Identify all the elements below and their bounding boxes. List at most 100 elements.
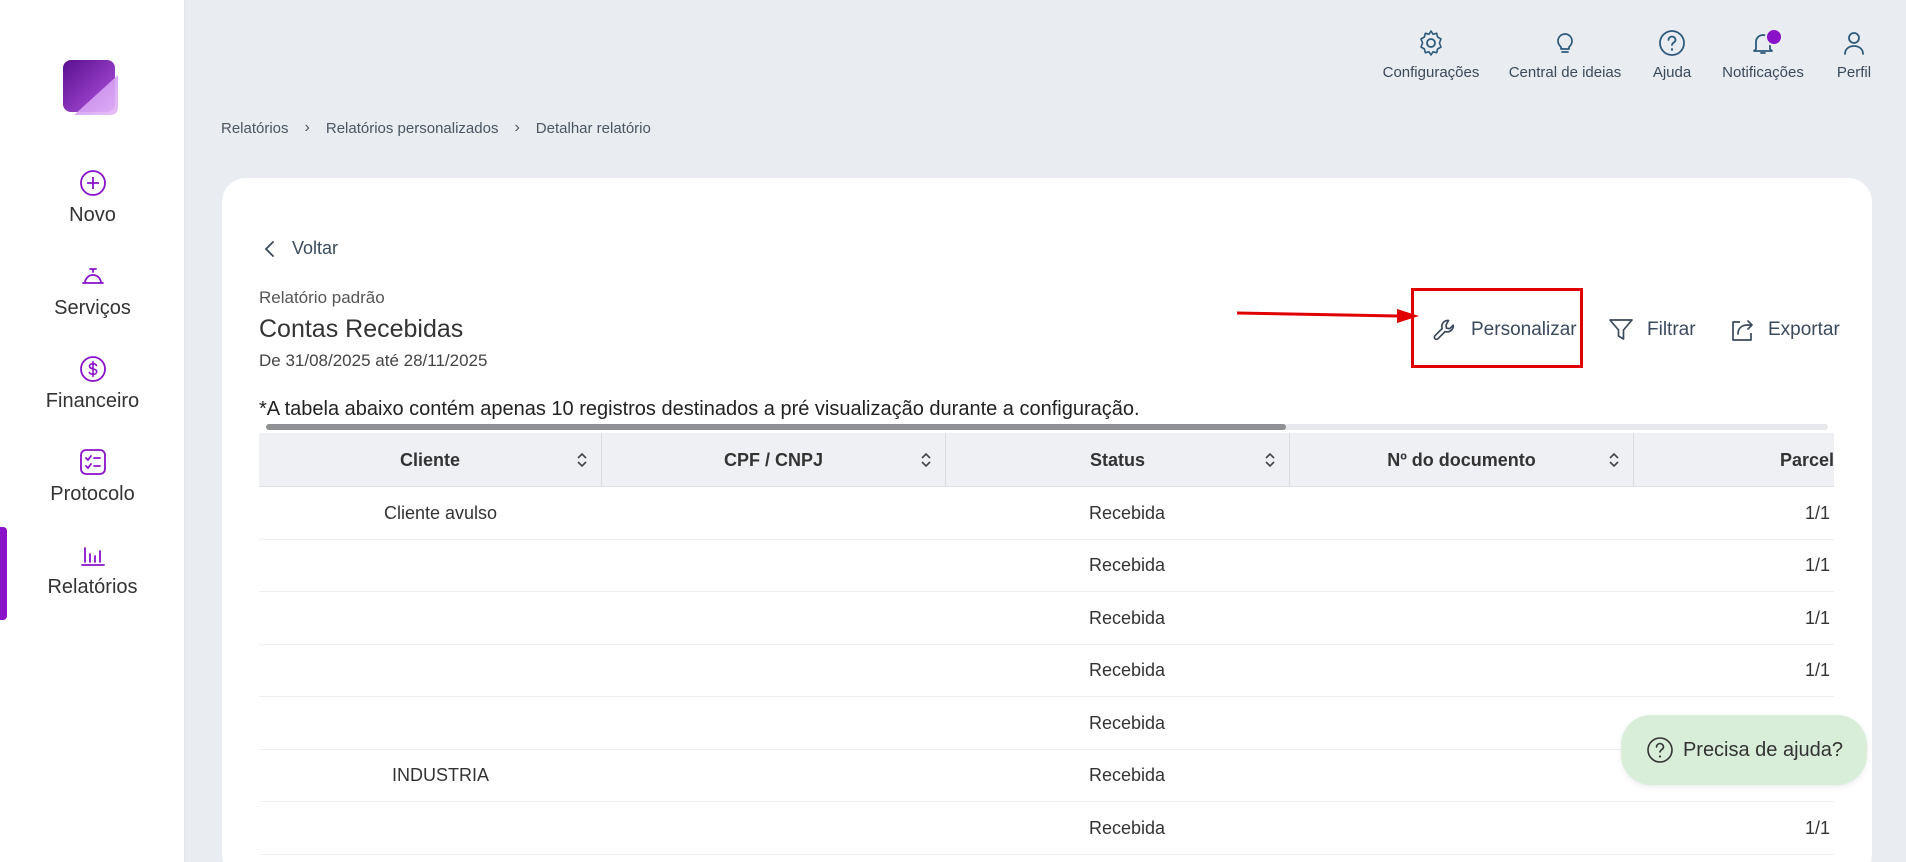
report-table: Cliente CPF / CNPJ Status Nº do document… [259, 433, 1834, 855]
chevron-right-icon: › [304, 119, 310, 136]
profile-button[interactable]: Perfil [1830, 28, 1878, 82]
column-header-parcela[interactable]: Parcel [1634, 433, 1834, 487]
table-row[interactable]: Cliente avulso Recebida 1/1 [259, 487, 1834, 540]
cell-status: Recebida [1088, 660, 1166, 680]
question-circle-icon [1647, 737, 1673, 763]
filter-icon [1609, 319, 1633, 340]
nav-item-relatorios[interactable]: Relatórios [0, 540, 185, 620]
question-circle-icon [1659, 30, 1685, 56]
column-header-cliente[interactable]: Cliente [259, 433, 602, 487]
table-header: Cliente CPF / CNPJ Status Nº do document… [259, 433, 1834, 487]
ideas-label: Central de ideias [1508, 64, 1622, 81]
column-header-cpf-cnpj[interactable]: CPF / CNPJ [602, 433, 946, 487]
app-logo[interactable] [60, 57, 122, 119]
cell-parcela: 1/1 [1804, 817, 1830, 838]
column-header-documento[interactable]: Nº do documento [1290, 433, 1634, 487]
filter-label: Filtrar [1647, 319, 1696, 340]
cell-status: Recebida [1088, 712, 1166, 733]
chevron-left-icon [264, 240, 274, 257]
nav-label: Novo [69, 204, 116, 226]
export-icon [1732, 320, 1753, 341]
table-row[interactable]: Recebida 1/1 [259, 645, 1834, 697]
scrollbar-thumb[interactable] [266, 424, 1286, 430]
sidebar: Novo Serviços Financeiro Protocolo Relat… [0, 0, 185, 862]
notifications-label: Notificações [1722, 64, 1804, 81]
table-row[interactable]: Recebida 1/1 [259, 592, 1834, 645]
nav-item-novo[interactable]: Novo [0, 168, 185, 248]
back-button[interactable]: Voltar [262, 238, 338, 259]
user-icon [1844, 32, 1864, 55]
customize-label: Personalizar [1471, 319, 1577, 340]
sort-icon [577, 452, 587, 468]
report-date-range: De 31/08/2025 até 28/11/2025 [259, 351, 488, 370]
help-chat-label: Precisa de ajuda? [1682, 738, 1844, 761]
service-bell-icon [81, 268, 104, 284]
cell-cpf [602, 697, 946, 749]
nav-label: Serviços [54, 297, 131, 319]
nav-active-indicator [0, 527, 7, 620]
cell-documento [1290, 697, 1634, 749]
cell-cliente [259, 540, 602, 592]
help-nav-button[interactable]: Ajuda [1648, 28, 1696, 82]
cell-documento [1290, 540, 1634, 592]
cell-cliente [259, 697, 602, 749]
annotation-arrow [1236, 309, 1419, 323]
cell-cpf [602, 487, 946, 539]
cell-status: Recebida [1088, 555, 1166, 575]
cell-parcela: 1/1 [1804, 555, 1830, 575]
notifications-button[interactable]: Notificações [1720, 28, 1806, 82]
cell-cpf [602, 540, 946, 592]
bar-chart-icon [80, 547, 105, 566]
filter-button[interactable]: Filtrar [1607, 316, 1696, 344]
table-row[interactable]: Recebida 1/1 [259, 540, 1834, 592]
back-label: Voltar [292, 238, 339, 258]
customize-button[interactable]: Personalizar [1431, 316, 1577, 344]
checklist-icon [79, 449, 106, 475]
column-header-status[interactable]: Status [946, 433, 1290, 487]
cell-status: Recebida [1088, 765, 1166, 785]
cell-status: Recebida [1088, 817, 1166, 838]
profile-label: Perfil [1836, 64, 1872, 81]
nav-item-financeiro[interactable]: Financeiro [0, 354, 185, 434]
cell-cpf [602, 645, 946, 697]
table-row[interactable]: Recebida 1/1 [259, 802, 1834, 855]
dollar-circle-icon [79, 356, 106, 382]
export-button[interactable]: Exportar [1728, 316, 1840, 344]
cell-documento [1290, 645, 1634, 697]
nav-item-protocolo[interactable]: Protocolo [0, 447, 185, 527]
breadcrumb-item[interactable]: Relatórios [221, 120, 289, 137]
cell-documento [1290, 592, 1634, 644]
cell-documento [1290, 487, 1634, 539]
table-row[interactable]: Recebida [259, 697, 1834, 750]
breadcrumb-item-current: Detalhar relatório [535, 119, 651, 137]
wrench-icon [1433, 319, 1455, 341]
sort-icon [1265, 452, 1275, 468]
cell-cpf [602, 592, 946, 644]
cell-documento [1290, 750, 1634, 802]
nav-label: Financeiro [45, 390, 140, 412]
page-title: Contas Recebidas [259, 315, 464, 343]
nav-item-servicos[interactable]: Serviços [0, 261, 185, 341]
breadcrumb-item[interactable]: Relatórios personalizados [326, 120, 499, 137]
nav-label: Protocolo [50, 483, 135, 505]
help-chat-button[interactable]: Precisa de ajuda? [1621, 715, 1867, 785]
cell-documento [1290, 802, 1634, 854]
plus-circle-icon [79, 170, 106, 196]
cell-parcela: 1/1 [1804, 502, 1830, 523]
sort-icon [921, 452, 931, 468]
cell-parcela: 1/1 [1804, 660, 1830, 680]
cell-parcela: 1/1 [1804, 607, 1830, 628]
settings-label: Configurações [1382, 64, 1480, 81]
cell-cliente [259, 645, 602, 697]
notification-badge [1765, 28, 1783, 46]
table-row[interactable]: INDUSTRIA Recebida [259, 750, 1834, 802]
ideas-button[interactable]: Central de ideias [1508, 28, 1622, 82]
settings-button[interactable]: Configurações [1381, 28, 1481, 82]
cell-cliente [259, 802, 602, 854]
lightbulb-icon [1557, 33, 1573, 53]
cell-cpf [602, 802, 946, 854]
breadcrumb: Relatórios › Relatórios personalizados ›… [221, 119, 651, 137]
gear-icon [1420, 30, 1442, 56]
cell-cliente: INDUSTRIA [391, 765, 489, 785]
sort-icon [1609, 452, 1619, 468]
